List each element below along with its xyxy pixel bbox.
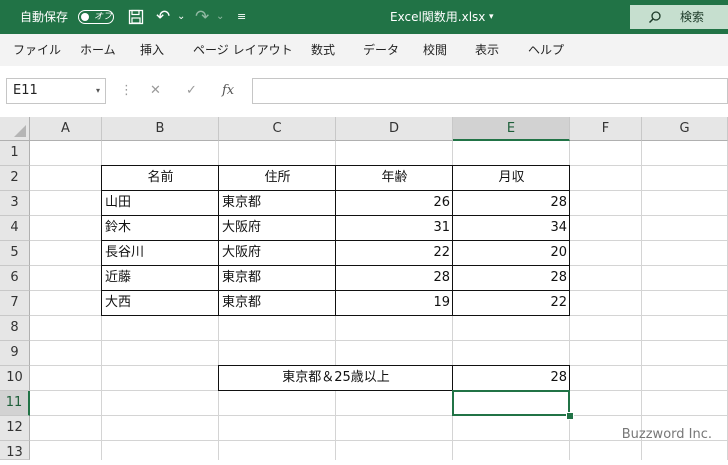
gridline (641, 141, 642, 460)
cell-c2[interactable]: 住所 (219, 166, 336, 191)
column-header-c[interactable]: C (219, 117, 336, 141)
tab-review[interactable]: 校閲 (423, 34, 447, 66)
cell-c5[interactable]: 大阪府 (219, 241, 336, 266)
cell-b5[interactable]: 長谷川 (102, 241, 219, 266)
cell-b2[interactable]: 名前 (102, 166, 219, 191)
table-border (452, 165, 453, 316)
gridline (30, 340, 728, 341)
name-box-value: E11 (13, 83, 38, 98)
cell-e6[interactable]: 28 (453, 266, 570, 291)
enter-icon[interactable]: ✓ (186, 78, 197, 104)
cell-c3[interactable]: 東京都 (219, 191, 336, 216)
column-header-d[interactable]: D (336, 117, 453, 141)
formula-bar-grip-icon: ⋮ (120, 83, 133, 98)
search-box[interactable]: 検索 (630, 5, 728, 29)
column-header-f[interactable]: F (570, 117, 642, 141)
ribbon-tabs: ファイル ホーム 挿入 ページ レイアウト 数式 データ 校閲 表示 ヘルプ (0, 34, 728, 66)
cell-b7[interactable]: 大西 (102, 291, 219, 316)
row-header-12[interactable]: 12 (0, 416, 30, 441)
cell-d3[interactable]: 26 (336, 191, 453, 216)
cell-c6[interactable]: 東京都 (219, 266, 336, 291)
cell-d7[interactable]: 19 (336, 291, 453, 316)
watermark: Buzzword Inc. (621, 427, 712, 442)
cancel-icon[interactable]: ✕ (150, 78, 161, 104)
row-header-9[interactable]: 9 (0, 341, 30, 366)
tab-help[interactable]: ヘルプ (528, 34, 564, 66)
column-header-e[interactable]: E (453, 117, 570, 141)
row-header-1[interactable]: 1 (0, 141, 30, 166)
criteria-border (452, 365, 453, 391)
column-header-g[interactable]: G (642, 117, 728, 141)
row-header-8[interactable]: 8 (0, 316, 30, 341)
redo-dropdown-icon[interactable]: ⌄ (216, 0, 224, 34)
row-header-10[interactable]: 10 (0, 366, 30, 391)
undo-icon[interactable]: ↶ (156, 0, 170, 34)
name-box-dropdown-icon[interactable]: ▾ (96, 79, 100, 103)
cell-d5[interactable]: 22 (336, 241, 453, 266)
file-name-dropdown-icon[interactable]: ▾ (489, 0, 494, 34)
tab-formulas[interactable]: 数式 (311, 34, 335, 66)
cell-e2[interactable]: 月収 (453, 166, 570, 191)
cell-e3[interactable]: 28 (453, 191, 570, 216)
row-header-7[interactable]: 7 (0, 291, 30, 316)
tab-data[interactable]: データ (363, 34, 399, 66)
formula-input[interactable] (252, 78, 728, 104)
autosave-label: 自動保存 (20, 10, 69, 24)
cell-e10[interactable]: 28 (453, 366, 570, 391)
tab-view[interactable]: 表示 (475, 34, 499, 66)
cell-e5[interactable]: 20 (453, 241, 570, 266)
cell-e7[interactable]: 22 (453, 291, 570, 316)
undo-dropdown-icon[interactable]: ⌄ (177, 0, 185, 34)
cell-e4[interactable]: 34 (453, 216, 570, 241)
cell-d6[interactable]: 28 (336, 266, 453, 291)
tab-page-layout[interactable]: ページ レイアウト (193, 34, 293, 66)
row-header-11[interactable]: 11 (0, 391, 30, 416)
select-all-corner[interactable] (0, 117, 30, 141)
cell-b3[interactable]: 山田 (102, 191, 219, 216)
gridline (30, 415, 728, 416)
cell-c10-merged[interactable]: 東京都＆25歳以上 (219, 366, 453, 391)
file-name[interactable]: Excel関数用.xlsx (390, 0, 485, 34)
cell-b6[interactable]: 近藤 (102, 266, 219, 291)
row-header-6[interactable]: 6 (0, 266, 30, 291)
save-icon[interactable] (128, 0, 144, 34)
cell-d4[interactable]: 31 (336, 216, 453, 241)
tab-file[interactable]: ファイル (13, 34, 61, 66)
tab-insert[interactable]: 挿入 (140, 34, 164, 66)
worksheet-grid: A B C D E F G 1 2 3 4 5 6 7 8 9 10 11 12… (0, 117, 728, 460)
customize-qat-icon[interactable]: ≡ (237, 0, 246, 34)
row-header-3[interactable]: 3 (0, 191, 30, 216)
formula-bar: E11 ▾ ⋮ ✕ ✓ fx (0, 66, 728, 116)
row-header-2[interactable]: 2 (0, 166, 30, 191)
search-icon (648, 5, 662, 29)
title-bar: 自動保存 オフ ↶ ⌄ ↷ ⌄ ≡ Excel関数用.xlsx ▾ 検索 (0, 0, 728, 34)
autosave-toggle[interactable]: オフ (78, 10, 114, 24)
table-border (218, 165, 219, 316)
autosave-state: オフ (94, 12, 113, 22)
row-header-13[interactable]: 13 (0, 441, 30, 460)
search-label: 検索 (680, 10, 705, 24)
selected-cell-e11[interactable] (452, 390, 570, 416)
tab-home[interactable]: ホーム (80, 34, 116, 66)
fill-handle[interactable] (566, 412, 574, 420)
cell-c4[interactable]: 大阪府 (219, 216, 336, 241)
insert-function-icon[interactable]: fx (222, 78, 234, 104)
row-header-4[interactable]: 4 (0, 216, 30, 241)
row-header-5[interactable]: 5 (0, 241, 30, 266)
name-box[interactable]: E11 ▾ (6, 78, 106, 104)
cell-c7[interactable]: 東京都 (219, 291, 336, 316)
redo-icon[interactable]: ↷ (195, 0, 209, 34)
toggle-knob (81, 13, 89, 21)
column-header-a[interactable]: A (30, 117, 102, 141)
cell-d2[interactable]: 年齢 (336, 166, 453, 191)
cell-b4[interactable]: 鈴木 (102, 216, 219, 241)
column-header-b[interactable]: B (102, 117, 219, 141)
table-border (335, 165, 336, 316)
